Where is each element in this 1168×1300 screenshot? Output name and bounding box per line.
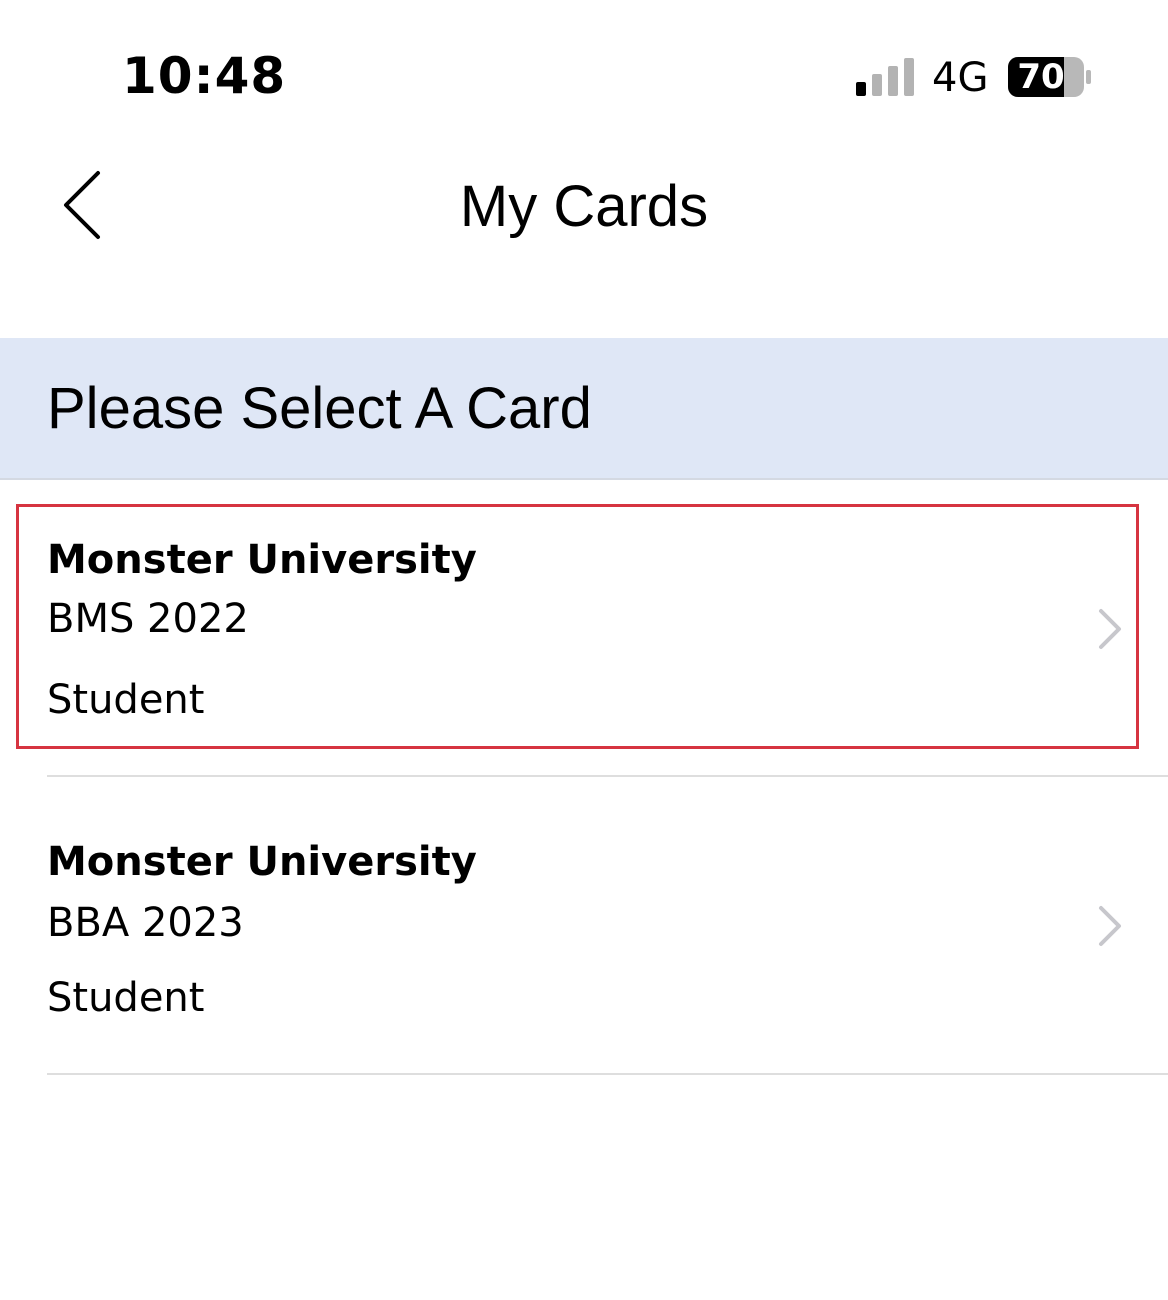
card-row[interactable]: Monster University BMS 2022 Student [0,480,1168,777]
card-program: BBA 2023 [47,900,244,946]
card-name: Monster University [47,839,477,885]
card-program: BMS 2022 [47,596,249,642]
section-header: Please Select A Card [0,338,1168,480]
row-divider [47,775,1168,777]
card-row[interactable]: Monster University BBA 2023 Student [0,778,1168,1075]
status-time: 10:48 [122,47,287,105]
status-bar: 10:48 4G 70 [0,0,1168,150]
card-role: Student [47,677,205,723]
card-role: Student [47,975,205,1021]
cellular-signal-icon [856,58,914,96]
section-header-label: Please Select A Card [47,376,592,441]
card-name: Monster University [47,537,477,583]
row-divider [47,1073,1168,1075]
battery-percentage: 70 [1017,57,1065,97]
chevron-right-icon [1099,609,1121,649]
chevron-right-icon [1099,906,1121,946]
page-title: My Cards [459,174,709,239]
network-type-label: 4G [932,55,989,101]
